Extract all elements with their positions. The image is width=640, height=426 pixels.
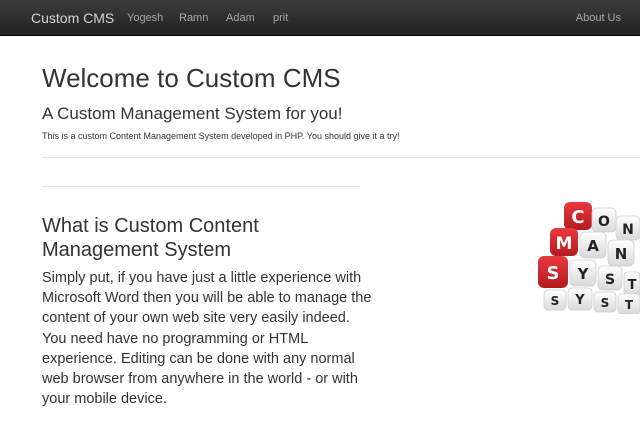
cube-letter: A [587, 237, 599, 255]
section-heading: What is Custom Content Management System [42, 215, 259, 261]
cms-cubes-illustration: C M S O N A N Y S T S Y S T [538, 202, 640, 315]
cube-o: O [591, 207, 617, 233]
nav-link-yogesh[interactable]: Yogesh [127, 12, 163, 24]
page-subtitle: A Custom Management System for you! [42, 104, 343, 123]
cube-y2: Y [567, 287, 593, 311]
divider [42, 157, 640, 158]
top-navbar: Custom CMS Yogesh Ramn Adam prit About U… [0, 0, 640, 36]
section-body: Simply put, if you have just a little ex… [42, 270, 372, 408]
cube-s3: S [543, 289, 567, 311]
cube-letter: C [571, 207, 584, 228]
cube-letter: Y [574, 293, 585, 308]
nav-link-about-us[interactable]: About Us [576, 12, 621, 24]
cube-letter: S [547, 263, 560, 284]
cube-letter: T [628, 278, 637, 293]
cube-a: A [579, 231, 607, 259]
page-title: Welcome to Custom CMS [42, 63, 341, 93]
cube-n: N [615, 215, 640, 241]
cube-y: Y [569, 259, 597, 287]
hero-description: This is a custom Content Management Syst… [42, 131, 400, 141]
nav-link-prit[interactable]: prit [273, 12, 288, 24]
brand-link[interactable]: Custom CMS [31, 10, 114, 26]
cms-cubes-image: C M S O N A N Y S T S Y S T [528, 196, 640, 315]
divider [42, 186, 360, 187]
cube-c: C [564, 202, 592, 230]
cube-s2: S [597, 265, 623, 291]
cube-letter: N [622, 222, 634, 238]
cube-s4: S [593, 291, 617, 313]
nav-link-adam[interactable]: Adam [226, 12, 255, 24]
nav-link-ramn[interactable]: Ramn [179, 12, 208, 24]
cube-letter: S [605, 272, 615, 288]
cube-m: M [550, 228, 578, 256]
cube-letter: O [598, 214, 610, 230]
cube-letter: S [551, 294, 560, 308]
cube-s: S [538, 256, 568, 288]
cube-letter: N [615, 245, 628, 263]
cube-letter: T [625, 298, 634, 312]
cube-letter: Y [577, 265, 590, 283]
cube-letter: M [556, 234, 573, 254]
cube-t2: T [617, 293, 640, 315]
cube-n2: N [607, 239, 635, 267]
cube-t: T [623, 271, 640, 297]
cube-letter: S [601, 296, 610, 310]
